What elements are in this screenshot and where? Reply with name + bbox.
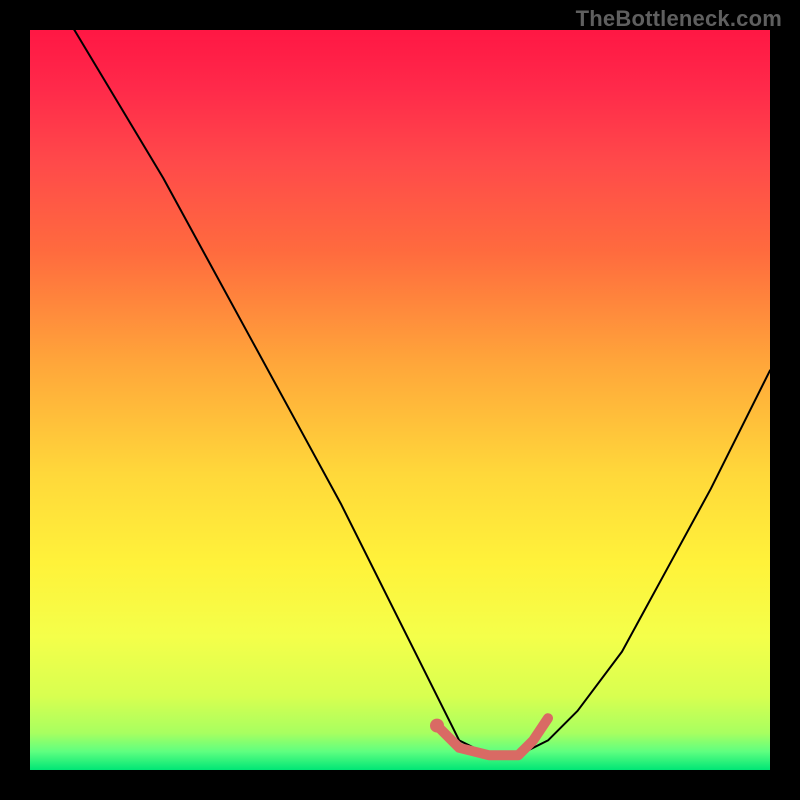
chart-stage: TheBottleneck.com [0,0,800,800]
chart-svg [30,30,770,770]
chart-plot-area [30,30,770,770]
bottleneck-curve [30,0,770,755]
watermark-text: TheBottleneck.com [576,6,782,32]
highlight-dot [430,719,444,733]
